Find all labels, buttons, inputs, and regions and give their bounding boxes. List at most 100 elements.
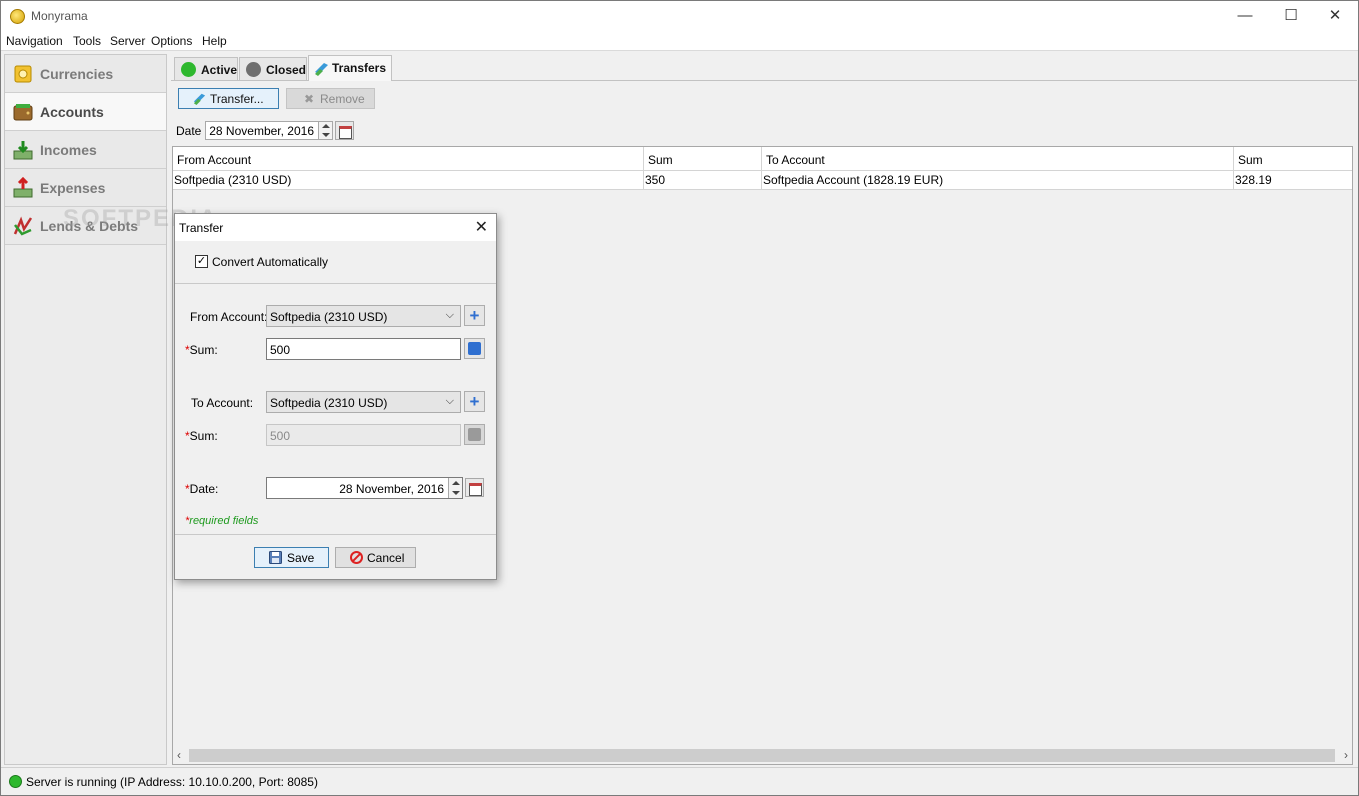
horizontal-scrollbar[interactable]: ‹ › [173, 747, 1352, 764]
transfer-dialog: Transfer ✕ ✓ Convert Automatically From … [174, 213, 497, 580]
sidebar-item-label: Expenses [40, 180, 106, 196]
sidebar-item-label: Accounts [40, 104, 104, 120]
menu-server[interactable]: Server [110, 34, 145, 48]
tab-closed[interactable]: Closed [239, 57, 307, 80]
tab-label: Transfers [332, 61, 387, 75]
column-header-to-account[interactable]: To Account [762, 147, 1234, 171]
spin-down-icon[interactable] [322, 133, 330, 137]
calendar-icon[interactable] [335, 121, 354, 140]
to-account-value: Softpedia (2310 USD) [270, 396, 388, 410]
remove-button-label: Remove [320, 92, 365, 106]
to-account-select[interactable]: Softpedia (2310 USD) ⌵ [266, 391, 461, 413]
cancel-button-label: Cancel [367, 551, 405, 565]
scroll-right-icon[interactable]: › [1344, 748, 1348, 762]
save-button-label: Save [287, 551, 315, 565]
remove-x-icon: ✖ [304, 92, 315, 106]
calculator-button[interactable] [464, 338, 485, 359]
table-cell[interactable]: Softpedia (2310 USD) [173, 171, 644, 190]
to-account-label: To Account: [191, 396, 254, 410]
wallet-icon [13, 104, 33, 121]
table-cell[interactable]: 350 [644, 171, 762, 190]
table-cell[interactable]: Softpedia Account (1828.19 EUR) [762, 171, 1234, 190]
scrollbar-thumb[interactable] [189, 749, 1335, 762]
tab-label: Active [201, 63, 238, 77]
date-filter-value: 28 November, 2016 [209, 124, 314, 138]
to-sum-label: *Sum: [185, 429, 218, 443]
column-header-sum[interactable]: Sum [644, 147, 762, 171]
maximize-button[interactable]: ☐ [1268, 1, 1314, 32]
chevron-down-icon: ⌵ [445, 395, 454, 407]
convert-automatically-label: Convert Automatically [212, 255, 329, 269]
cancel-button[interactable]: Cancel [335, 547, 416, 568]
menu-bar: Navigation Tools Server Options Help [1, 32, 1358, 51]
transfer-button[interactable]: Transfer... [178, 88, 279, 109]
required-fields-note: *required fields [185, 515, 258, 527]
calculator-button-disabled[interactable] [464, 424, 485, 445]
sidebar: Currencies Accounts Incomes Expenses Len… [4, 54, 167, 765]
expense-icon [13, 177, 33, 198]
to-sum-label-text: Sum: [189, 429, 218, 443]
date-value: 28 November, 2016 [339, 482, 444, 496]
from-sum-label-text: Sum: [189, 343, 218, 357]
add-to-account-button[interactable]: + [464, 391, 485, 412]
date-spinner[interactable] [448, 478, 462, 498]
convert-automatically-checkbox[interactable]: ✓ [195, 255, 208, 268]
tab-active[interactable]: Active [174, 57, 238, 80]
tab-label: Closed [266, 63, 307, 77]
close-icon[interactable]: ✕ [475, 217, 488, 237]
transfer-button-label: Transfer... [210, 92, 264, 106]
status-text: Server is running (IP Address: 10.10.0.2… [26, 775, 318, 789]
dialog-title: Transfer [179, 221, 224, 235]
header-label: From Account [177, 153, 252, 167]
date-input[interactable]: 28 November, 2016 [266, 477, 463, 499]
sidebar-item-currencies[interactable]: Currencies [5, 55, 166, 93]
sidebar-item-incomes[interactable]: Incomes [5, 131, 166, 169]
menu-tools[interactable]: Tools [73, 34, 101, 48]
column-header-sum[interactable]: Sum [1234, 147, 1352, 171]
title-bar: Monyrama — ☐ ✕ [1, 1, 1358, 32]
minimize-button[interactable]: — [1222, 1, 1268, 32]
scroll-left-icon[interactable]: ‹ [177, 748, 181, 762]
cell-text: 328.19 [1235, 173, 1272, 187]
menu-help[interactable]: Help [202, 34, 227, 48]
remove-button[interactable]: ✖ Remove [286, 88, 375, 109]
transfer-icon [315, 63, 328, 76]
server-status-icon [9, 775, 22, 788]
chevron-down-icon: ⌵ [445, 309, 454, 321]
dialog-title-bar: Transfer ✕ [175, 214, 496, 241]
from-account-select[interactable]: Softpedia (2310 USD) ⌵ [266, 305, 461, 327]
add-from-account-button[interactable]: + [464, 305, 485, 326]
sidebar-item-accounts[interactable]: Accounts [5, 93, 166, 131]
sidebar-item-expenses[interactable]: Expenses [5, 169, 166, 207]
app-window: Monyrama — ☐ ✕ Navigation Tools Server O… [0, 0, 1359, 796]
menu-options[interactable]: Options [151, 34, 192, 48]
date-filter-field[interactable]: 28 November, 2016 [205, 121, 333, 140]
header-label: To Account [766, 153, 825, 167]
table-cell[interactable]: 328.19 [1234, 171, 1352, 190]
to-sum-value: 500 [270, 429, 291, 443]
save-button[interactable]: Save [254, 547, 329, 568]
sidebar-item-label: Currencies [40, 66, 114, 82]
from-sum-label: *Sum: [185, 343, 218, 357]
from-sum-input[interactable]: 500 [266, 338, 461, 360]
cell-text: 350 [645, 173, 666, 187]
spin-up-icon[interactable] [322, 124, 330, 128]
tab-transfers[interactable]: Transfers [308, 55, 392, 81]
transfer-icon [193, 93, 206, 105]
to-sum-input[interactable]: 500 [266, 424, 461, 446]
save-icon [269, 551, 282, 564]
income-icon [13, 141, 33, 160]
lends-icon [13, 216, 33, 236]
column-header-from-account[interactable]: From Account [173, 147, 644, 171]
date-label-text: Date: [189, 482, 219, 496]
currency-icon [14, 65, 32, 83]
spin-down-icon[interactable] [452, 491, 460, 495]
divider [175, 534, 496, 535]
menu-navigation[interactable]: Navigation [6, 34, 63, 48]
spin-up-icon[interactable] [452, 481, 460, 485]
close-window-button[interactable]: ✕ [1312, 1, 1358, 32]
calendar-icon[interactable] [465, 478, 484, 497]
date-spinner[interactable] [318, 122, 332, 139]
status-bar: Server is running (IP Address: 10.10.0.2… [1, 767, 1358, 795]
window-title: Monyrama [31, 9, 88, 23]
